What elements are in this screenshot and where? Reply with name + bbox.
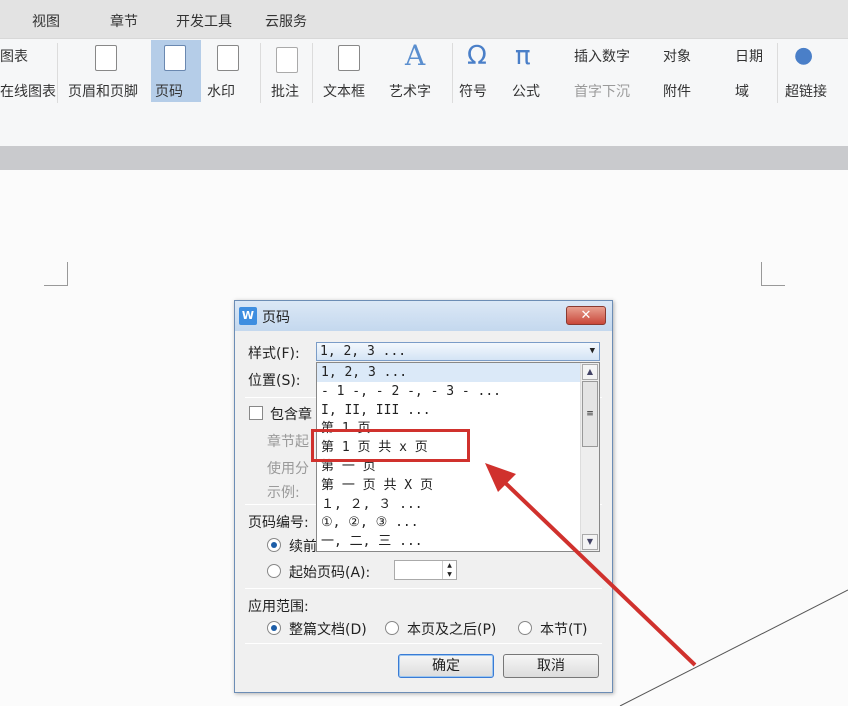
annotation-arrow [485,463,848,706]
